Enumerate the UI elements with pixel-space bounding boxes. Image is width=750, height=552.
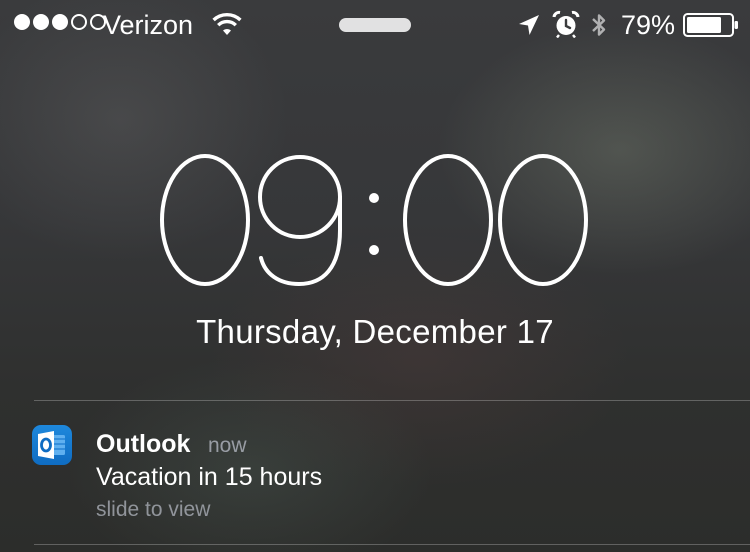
status-bar: Verizon 79% bbox=[0, 0, 750, 48]
notification-bottom-divider bbox=[34, 544, 750, 545]
bluetooth-icon bbox=[592, 14, 606, 36]
signal-dot bbox=[14, 14, 30, 30]
wifi-icon bbox=[212, 13, 242, 35]
notification-message: Vacation in 15 hours bbox=[96, 463, 323, 491]
signal-dot bbox=[71, 14, 87, 30]
signal-dot bbox=[52, 14, 68, 30]
clock-colon-dot bbox=[369, 193, 379, 203]
notification-timestamp: now bbox=[208, 434, 247, 457]
cellular-signal-icon bbox=[14, 14, 106, 30]
notification-outlook[interactable]: Outlook now Vacation in 15 hours slide t… bbox=[0, 401, 750, 544]
clock-digit bbox=[258, 155, 342, 287]
signal-dot bbox=[33, 14, 49, 30]
carrier-name: Verizon bbox=[103, 10, 194, 40]
battery-percentage: 79% bbox=[621, 10, 676, 40]
clock-colon-dot bbox=[369, 245, 379, 255]
outlook-app-icon bbox=[32, 425, 72, 465]
clock-digit bbox=[498, 154, 588, 286]
battery-icon bbox=[683, 13, 738, 37]
grabber-handle[interactable] bbox=[339, 18, 411, 32]
notification-app-name: Outlook bbox=[96, 430, 191, 458]
clock-digit bbox=[160, 154, 250, 286]
slide-to-view-hint[interactable]: slide to view bbox=[96, 495, 210, 525]
clock-digit bbox=[403, 154, 493, 286]
alarm-clock-icon bbox=[552, 10, 580, 38]
lock-screen-clock bbox=[160, 154, 588, 287]
lock-screen-date: Thursday, December 17 bbox=[196, 313, 554, 350]
location-arrow-icon bbox=[519, 15, 539, 35]
